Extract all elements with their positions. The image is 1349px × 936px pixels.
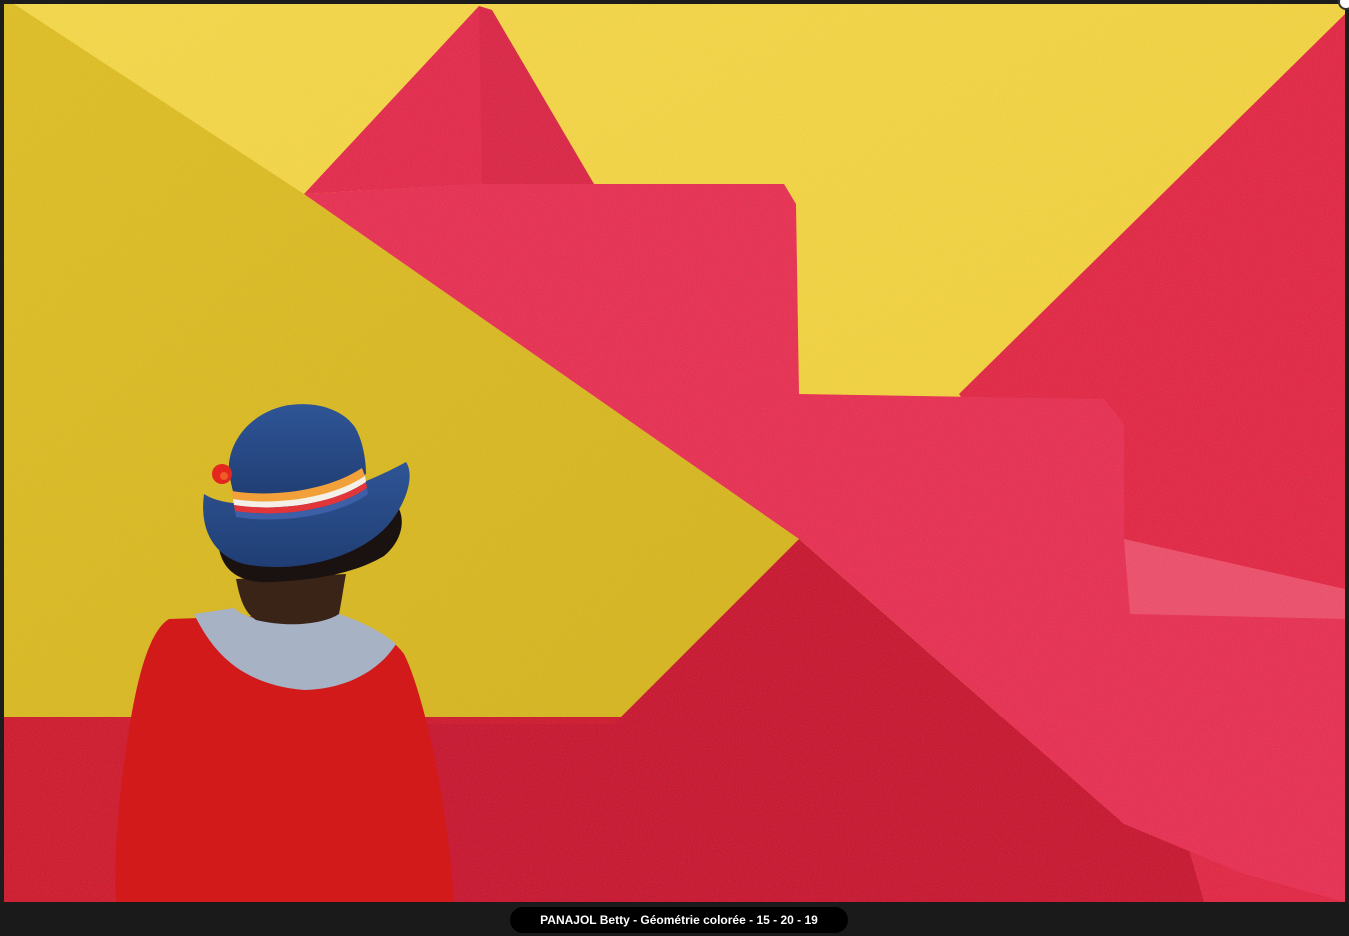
lightbox-frame: PANAJOL Betty - Géométrie colorée - 15 -… xyxy=(0,0,1349,936)
photo-canvas xyxy=(4,4,1345,902)
person-neck xyxy=(236,574,346,625)
photo xyxy=(4,4,1345,902)
photo-caption: PANAJOL Betty - Géométrie colorée - 15 -… xyxy=(510,907,848,933)
hat-flower-center xyxy=(220,472,228,480)
